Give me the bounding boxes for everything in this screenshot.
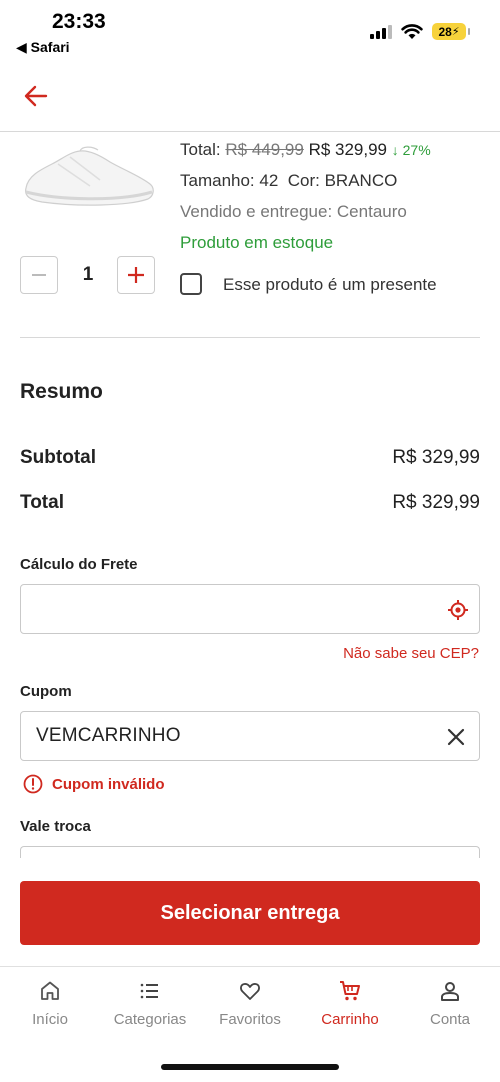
tab-categorias[interactable]: Categorias xyxy=(100,979,200,1028)
coupon-input-value: VEMCARRINHO xyxy=(36,725,181,746)
status-icons: 28 ⚡ xyxy=(370,23,470,40)
signal-icon xyxy=(370,24,392,39)
tab-inicio[interactable]: Início xyxy=(0,979,100,1028)
vale-troca-label: Vale troca xyxy=(20,818,91,835)
coupon-error: Cupom inválido xyxy=(23,774,165,794)
heart-icon xyxy=(240,983,260,1000)
back-arrow-icon[interactable] xyxy=(22,82,50,110)
increase-quantity-button[interactable] xyxy=(117,256,155,294)
location-target-icon[interactable] xyxy=(447,599,469,621)
cep-input[interactable] xyxy=(20,584,480,634)
battery-icon: 28 ⚡ xyxy=(432,23,470,40)
gift-checkbox[interactable] xyxy=(180,273,202,295)
tab-favoritos[interactable]: Favoritos xyxy=(200,979,300,1028)
stock-status: Produto em estoque xyxy=(180,233,334,252)
status-bar: 23:33 ◀ Safari 28 ⚡ xyxy=(0,0,500,62)
total-label: Total: xyxy=(180,140,221,159)
old-price: R$ 449,99 xyxy=(225,140,304,159)
gift-checkbox-label[interactable]: Esse produto é um presente xyxy=(223,275,437,295)
coupon-input[interactable]: VEMCARRINHO xyxy=(20,711,480,761)
tab-label: Conta xyxy=(429,1011,471,1028)
tab-carrinho[interactable]: Carrinho xyxy=(300,979,400,1028)
size-value: Tamanho: 42 xyxy=(180,171,279,190)
subtotal-label: Subtotal xyxy=(20,447,96,468)
user-icon xyxy=(441,982,459,1001)
summary-title: Resumo xyxy=(20,380,103,403)
back-to-safari-link[interactable]: ◀ Safari xyxy=(16,39,70,56)
product-image[interactable] xyxy=(18,140,158,215)
decrease-quantity-button[interactable] xyxy=(20,256,58,294)
tab-label: Início xyxy=(32,1011,68,1028)
seller-info: Vendido e entregue: Centauro xyxy=(180,202,407,221)
nav-header xyxy=(0,62,500,132)
minus-icon xyxy=(32,274,46,276)
total-value: R$ 329,99 xyxy=(392,492,480,513)
tab-label: Categorias xyxy=(113,1011,187,1028)
cupom-label: Cupom xyxy=(20,683,72,700)
coupon-error-text: Cupom inválido xyxy=(52,775,165,793)
discount-badge: ↓ 27% xyxy=(391,142,431,158)
quantity-value: 1 xyxy=(82,264,94,285)
wifi-icon xyxy=(401,23,423,39)
close-icon[interactable] xyxy=(445,726,467,748)
section-divider xyxy=(20,337,480,338)
subtotal-row: Subtotal R$ 329,99 xyxy=(20,447,480,469)
total-row: Total R$ 329,99 xyxy=(20,492,480,514)
color-value: Cor: BRANCO xyxy=(287,171,398,190)
tab-label: Favoritos xyxy=(219,1011,281,1028)
list-icon xyxy=(140,983,158,999)
cart-icon xyxy=(340,981,360,1001)
price-line: Total: R$ 449,99 R$ 329,99 ↓ 27% xyxy=(180,140,431,160)
unknown-cep-link[interactable]: Não sabe seu CEP? xyxy=(343,645,479,662)
status-time: 23:33 xyxy=(52,10,106,33)
tab-conta[interactable]: Conta xyxy=(400,979,500,1028)
plus-icon xyxy=(128,267,144,283)
select-delivery-button[interactable]: Selecionar entrega xyxy=(20,881,480,945)
new-price: R$ 329,99 xyxy=(308,140,388,159)
total-label: Total xyxy=(20,492,64,513)
alert-icon xyxy=(23,774,43,794)
home-indicator xyxy=(161,1064,339,1070)
tab-label: Carrinho xyxy=(321,1011,379,1028)
home-icon xyxy=(41,981,59,1000)
subtotal-value: R$ 329,99 xyxy=(392,447,480,468)
frete-label: Cálculo do Frete xyxy=(20,556,138,573)
size-color-line: Tamanho: 42 Cor: BRANCO xyxy=(180,171,397,191)
